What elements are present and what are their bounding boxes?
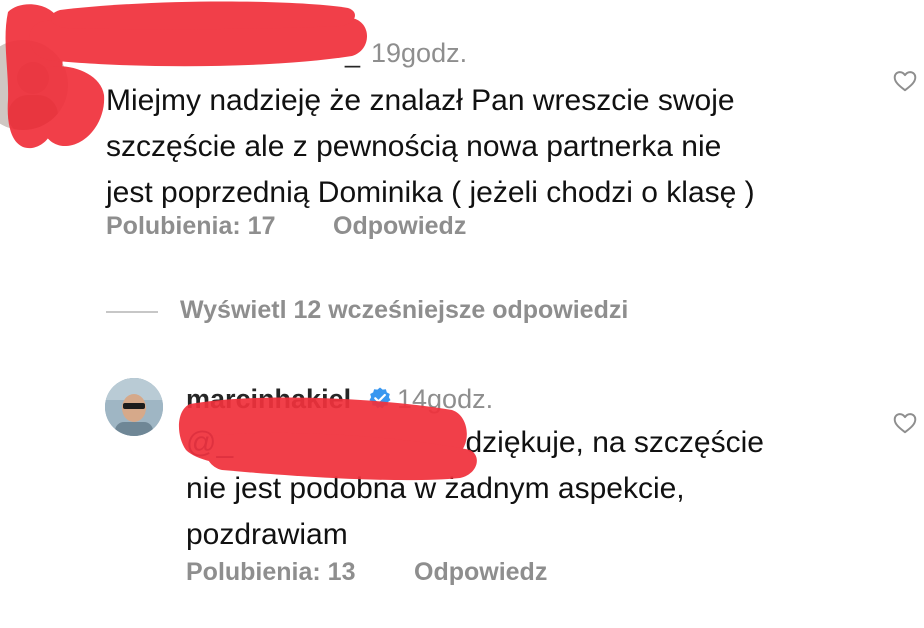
reply-line: pozdrawiam [186,518,348,551]
avatar-image [0,40,68,130]
comment-line: jest poprzednią Dominika ( jeżeli chodzi… [106,176,755,209]
comment-likes-count[interactable]: Polubienia: 17 [106,212,275,241]
comment-text: Miejmy nadzieję że znalazł Pan wreszcie … [106,78,755,216]
reply-author-avatar[interactable] [105,378,163,436]
mention-link[interactable]: @_ [186,426,233,459]
reply-button[interactable]: Odpowiedz [333,212,466,241]
comment-line: Miejmy nadzieję że znalazł Pan wreszcie … [106,84,735,117]
comments-screen: _ 19godz. Miejmy nadzieję że znalazł Pan… [0,0,924,628]
reply-likes-count[interactable]: Polubienia: 13 [186,558,355,587]
verified-badge-icon [368,386,392,410]
replies-divider [106,311,158,313]
comment-timestamp: 19godz. [371,38,468,68]
reply-button[interactable]: Odpowiedz [414,558,547,587]
reply-timestamp: 14godz. [397,384,494,414]
avatar-image [105,378,163,436]
commenter-avatar[interactable] [0,40,68,130]
view-earlier-replies-button[interactable]: Wyświetl 12 wcześniejsze odpowiedzi [180,296,628,325]
heart-icon[interactable] [892,68,918,94]
commenter-username[interactable]: _ [345,38,360,69]
reply-line: nie jest podobna w żadnym aspekcie, [186,472,685,505]
comment-line: szczęście ale z pewnością nowa partnerka… [106,130,722,163]
heart-icon[interactable] [892,410,918,436]
reply-line-text: dziękuje, na szczęście [457,426,764,459]
reply-text: @_ dziękuje, na szczęście nie jest podob… [186,420,764,558]
reply-author-username[interactable]: marcinhakiel [186,384,351,415]
reply-line: @_ dziękuje, na szczęście [186,420,764,466]
